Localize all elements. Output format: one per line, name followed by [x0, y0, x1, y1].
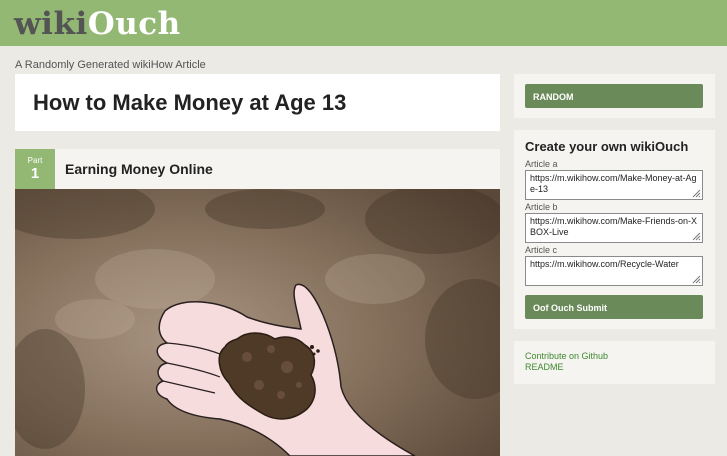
article-title-card: How to Make Money at Age 13	[15, 74, 500, 131]
form-title: Create your own wikiOuch	[525, 139, 689, 154]
logo-wiki-text: wiki	[14, 6, 88, 42]
article-c-value: https://m.wikihow.com/Recycle-Water	[530, 259, 679, 269]
random-button[interactable]: RANDOM	[525, 84, 703, 108]
resize-grip-icon[interactable]	[691, 188, 701, 198]
resize-grip-icon[interactable]	[691, 231, 701, 241]
article-b-value: https://m.wikihow.com/Make-Friends-on-XB…	[530, 216, 698, 237]
wikiouch-logo[interactable]: wikiOuch	[14, 2, 181, 45]
article-b-label: Article b	[525, 202, 558, 212]
links-panel: Contribute on Github README	[514, 341, 715, 384]
submit-button[interactable]: Oof Ouch Submit	[525, 295, 703, 319]
article-c-input[interactable]: https://m.wikihow.com/Recycle-Water	[525, 256, 703, 286]
article-a-input[interactable]: https://m.wikihow.com/Make-Money-at-Age-…	[525, 170, 703, 200]
article-c-label: Article c	[525, 245, 558, 255]
github-link[interactable]: Contribute on Github	[525, 351, 608, 361]
article-title: How to Make Money at Age 13	[33, 90, 347, 115]
hand-holding-dirt-illustration	[15, 189, 500, 456]
part-title: Earning Money Online	[65, 161, 213, 177]
top-bar: wikiOuch	[0, 0, 727, 46]
article-a-label: Article a	[525, 159, 558, 169]
logo-ouch-text: Ouch	[87, 6, 181, 42]
readme-link[interactable]: README	[525, 362, 564, 372]
part-label: Part	[27, 156, 43, 165]
random-panel: RANDOM	[514, 74, 715, 118]
article-illustration	[15, 189, 500, 456]
part-number: 1	[30, 165, 40, 182]
article-a-value: https://m.wikihow.com/Make-Money-at-Age-…	[530, 173, 697, 194]
create-form-panel: Create your own wikiOuch Article a https…	[514, 130, 715, 329]
article-b-input[interactable]: https://m.wikihow.com/Make-Friends-on-XB…	[525, 213, 703, 243]
part-badge: Part 1	[15, 149, 55, 189]
part-header: Part 1 Earning Money Online	[15, 149, 500, 189]
page-subtitle: A Randomly Generated wikiHow Article	[15, 59, 206, 71]
resize-grip-icon[interactable]	[691, 274, 701, 284]
